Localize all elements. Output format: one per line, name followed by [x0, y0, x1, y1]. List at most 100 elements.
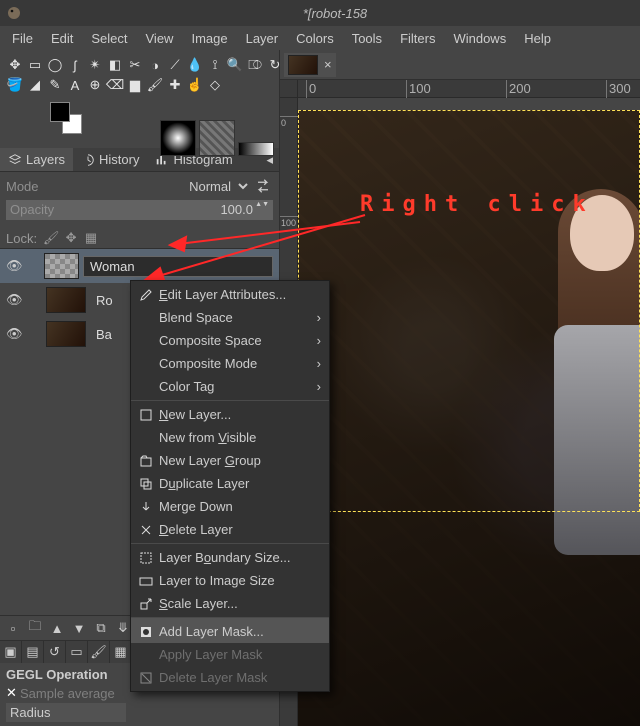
move-tool-icon[interactable]: ✥	[6, 56, 24, 74]
context-menu-item[interactable]: Merge Down	[131, 495, 329, 518]
tab-brush-icon[interactable]: 🖌	[88, 641, 110, 663]
text-icon[interactable]: A	[66, 76, 84, 94]
tab-undo-icon[interactable]: ↺	[44, 641, 66, 663]
menu-help[interactable]: Help	[516, 28, 559, 49]
brush-icon[interactable]: 🖌	[146, 76, 164, 94]
menu-file[interactable]: File	[4, 28, 41, 49]
menu-tools[interactable]: Tools	[344, 28, 390, 49]
context-menu-label: Composite Mode	[159, 356, 321, 371]
context-menu-label: New from Visible	[159, 430, 321, 445]
context-menu-item[interactable]: New from Visible	[131, 426, 329, 449]
context-menu-item[interactable]: Scale Layer...	[131, 592, 329, 615]
radius-field[interactable]: Radius	[6, 703, 126, 722]
mode-combo[interactable]: Normal	[56, 179, 249, 194]
context-menu-item[interactable]: Composite Space	[131, 329, 329, 352]
lasso-tool-icon[interactable]: ʃ	[66, 56, 84, 74]
group-icon	[137, 454, 155, 468]
picker-icon[interactable]: 💧	[186, 56, 204, 74]
close-icon[interactable]: ×	[324, 57, 332, 72]
figure-subject	[530, 195, 640, 595]
canvas-image[interactable]	[298, 110, 640, 726]
menu-windows[interactable]: Windows	[445, 28, 514, 49]
context-menu-item[interactable]: Edit Layer Attributes...	[131, 283, 329, 306]
context-menu-label: Edit Layer Attributes...	[159, 287, 321, 302]
pattern-preview-icon[interactable]	[199, 120, 235, 156]
context-menu-item[interactable]: Blend Space	[131, 306, 329, 329]
pencil-icon[interactable]: ✎	[46, 76, 64, 94]
shear-icon[interactable]: ◢	[26, 76, 44, 94]
other-icon[interactable]: ◇	[206, 76, 224, 94]
context-menu-item[interactable]: Duplicate Layer	[131, 472, 329, 495]
menu-colors[interactable]: Colors	[288, 28, 342, 49]
heal-icon[interactable]: ✚	[166, 76, 184, 94]
lower-button[interactable]: ▼	[70, 619, 88, 637]
clone-icon[interactable]: ⊕	[86, 76, 104, 94]
lock-alpha-icon[interactable]: ▦	[83, 230, 99, 246]
layer-name-input[interactable]	[83, 256, 273, 277]
context-menu-label: Blend Space	[159, 310, 321, 325]
gradient-icon[interactable]: ▆	[126, 76, 144, 94]
app-icon	[6, 5, 22, 21]
scale-icon	[137, 597, 155, 611]
menu-edit[interactable]: Edit	[43, 28, 81, 49]
measure-icon[interactable]: ⟟	[206, 56, 224, 74]
menu-image[interactable]: Image	[183, 28, 235, 49]
duplicate-button[interactable]: ⧉	[92, 619, 110, 637]
fuzzy-select-icon[interactable]: ✴	[86, 56, 104, 74]
reset-option-button[interactable]: ✕	[6, 685, 20, 701]
image-tab[interactable]: ×	[284, 53, 336, 77]
menu-layer[interactable]: Layer	[238, 28, 287, 49]
bucket-icon[interactable]: 🪣	[6, 76, 24, 94]
image-tab-thumb	[288, 55, 318, 75]
visibility-icon[interactable]: 👁	[6, 258, 22, 274]
new-group-button[interactable]: 🗀	[26, 619, 44, 637]
context-menu-item[interactable]: Composite Mode	[131, 352, 329, 375]
smudge-icon[interactable]: ☝	[186, 76, 204, 94]
context-menu-item[interactable]: New Layer Group	[131, 449, 329, 472]
context-menu-label: Add Layer Mask...	[159, 624, 321, 639]
tab-layers[interactable]: Layers	[0, 148, 73, 171]
brush-preview-icon[interactable]	[160, 120, 196, 156]
opacity-spinner[interactable]: ▲▼	[255, 200, 269, 209]
bycolor-select-icon[interactable]: ◧	[106, 56, 124, 74]
gradient-preview-icon[interactable]	[238, 142, 274, 156]
context-menu-item[interactable]: Delete Layer	[131, 518, 329, 541]
paths-icon[interactable]: ⟋	[166, 56, 184, 74]
menu-filters[interactable]: Filters	[392, 28, 443, 49]
lock-pixels-icon[interactable]: 🖌	[43, 230, 59, 246]
crop-icon[interactable]: ⎄	[246, 56, 264, 74]
color-swatch[interactable]	[50, 102, 82, 134]
ellipse-select-icon[interactable]: ◯	[46, 56, 64, 74]
raise-button[interactable]: ▲	[48, 619, 66, 637]
new-layer-button[interactable]: ▫	[4, 619, 22, 637]
mode-switch-button[interactable]	[253, 176, 273, 196]
opacity-slider[interactable]: Opacity 100.0 ▲▼	[6, 200, 273, 220]
scissors-icon[interactable]: ✂	[126, 56, 144, 74]
rect-select-icon[interactable]: ▭	[26, 56, 44, 74]
context-menu-item[interactable]: Add Layer Mask...	[131, 617, 329, 643]
viewport[interactable]	[298, 98, 640, 726]
ruler-horizontal[interactable]: 0 100 200 300	[280, 80, 640, 98]
zoom-icon[interactable]: 🔍	[226, 56, 244, 74]
tab-history[interactable]: History	[73, 148, 147, 171]
menu-select[interactable]: Select	[83, 28, 135, 49]
tab-device-icon[interactable]: ▤	[22, 641, 44, 663]
ruler-tick: 0	[280, 116, 298, 128]
eraser-icon[interactable]: ⌫	[106, 76, 124, 94]
context-menu-item[interactable]: New Layer...	[131, 400, 329, 426]
layer-row[interactable]: 👁	[0, 249, 279, 283]
tab-tooloptions-icon[interactable]: ▣	[0, 641, 22, 663]
fg-color[interactable]	[50, 102, 70, 122]
foreground-select-icon[interactable]: ◑	[146, 56, 164, 74]
tab-pattern-icon[interactable]: ▦	[110, 641, 132, 663]
visibility-icon[interactable]: 👁	[6, 292, 22, 308]
context-menu-label: Apply Layer Mask	[159, 647, 321, 662]
menu-view[interactable]: View	[138, 28, 182, 49]
visibility-icon[interactable]: 👁	[6, 326, 22, 342]
context-menu-item[interactable]: Layer to Image Size	[131, 569, 329, 592]
context-menu-item[interactable]: Color Tag	[131, 375, 329, 398]
context-menu-item[interactable]: Layer Boundary Size...	[131, 543, 329, 569]
new-icon	[137, 408, 155, 422]
tab-image-icon[interactable]: ▭	[66, 641, 88, 663]
lock-position-icon[interactable]: ✥	[63, 230, 79, 246]
